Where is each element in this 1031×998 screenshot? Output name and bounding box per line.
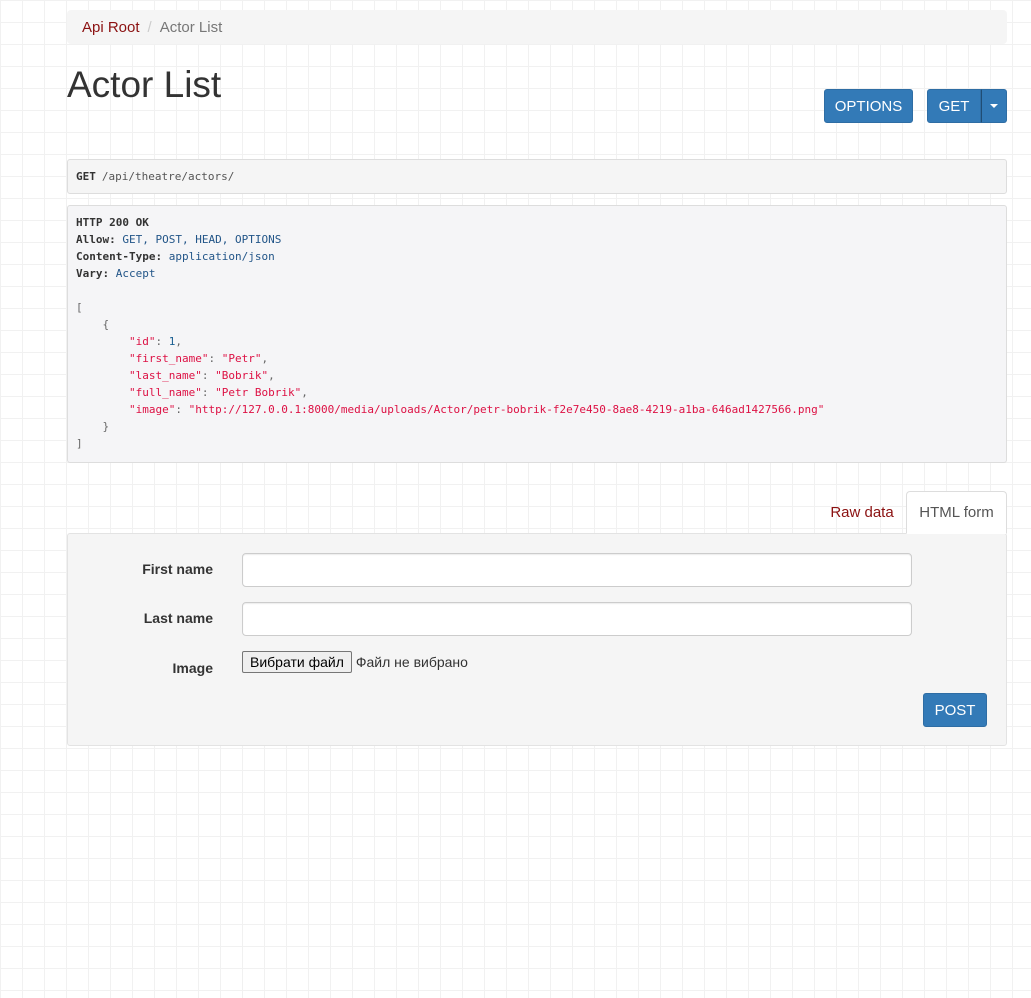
last-name-label: Last name — [143, 610, 213, 626]
options-button[interactable]: OPTIONS — [824, 89, 913, 123]
tab-html-form[interactable]: HTML form — [906, 491, 1007, 534]
page-title: Actor List — [67, 64, 222, 105]
first-name-field[interactable] — [242, 553, 912, 587]
content-tabs: Raw data HTML form — [67, 491, 1007, 534]
image-label: Image — [172, 660, 213, 676]
request-method: GET — [76, 170, 96, 183]
get-button-group: GET — [927, 89, 1007, 123]
response-header-key: Vary: — [76, 267, 110, 280]
page-header: Actor List OPTIONS GET — [67, 44, 1007, 126]
choose-file-button[interactable]: Вибрати файл — [242, 651, 352, 673]
json-last-name-value: Bobrik — [221, 369, 262, 382]
breadcrumb-separator: / — [147, 18, 152, 36]
file-status-text: Файл не вибрано — [355, 654, 468, 670]
first-name-label: First name — [142, 561, 213, 577]
page-container: Api Root / Actor List Actor List OPTIONS… — [67, 10, 1007, 746]
json-first-name-value: Petr — [228, 352, 255, 365]
last-name-field[interactable] — [242, 602, 912, 636]
json-image-url-link: http://127.0.0.1:8000/media/uploads/Acto… — [195, 403, 818, 416]
post-button[interactable]: POST — [923, 693, 987, 727]
image-file-input: Вибрати файл Файл не вибрано — [242, 651, 468, 673]
response-status: HTTP 200 OK — [76, 216, 149, 229]
get-format-dropdown-toggle[interactable] — [981, 89, 1007, 123]
request-info: GET /api/theatre/actors/ — [67, 159, 1007, 194]
get-button[interactable]: GET — [927, 89, 981, 123]
response-header-value: application/json — [168, 250, 275, 263]
request-path: /api/theatre/actors/ — [101, 170, 235, 183]
response-info: HTTP 200 OK Allow: GET, POST, HEAD, OPTI… — [67, 205, 1007, 463]
response-header-value: GET, POST, HEAD, OPTIONS — [122, 233, 282, 246]
post-form: First name Last name Image Вибрати файл … — [67, 533, 1007, 746]
response-header-value: Accept — [115, 267, 156, 280]
caret-down-icon — [990, 104, 998, 108]
response-header-key: Allow: — [76, 233, 116, 246]
tab-raw-data[interactable]: Raw data — [818, 491, 906, 533]
breadcrumb-api-root-link[interactable]: Api Root — [82, 19, 140, 36]
response-header-key: Content-Type: — [76, 250, 163, 263]
breadcrumb-current: Actor List — [159, 18, 223, 36]
json-full-name-value: Petr Bobrik — [221, 386, 295, 399]
breadcrumb: Api Root / Actor List — [67, 10, 1007, 44]
